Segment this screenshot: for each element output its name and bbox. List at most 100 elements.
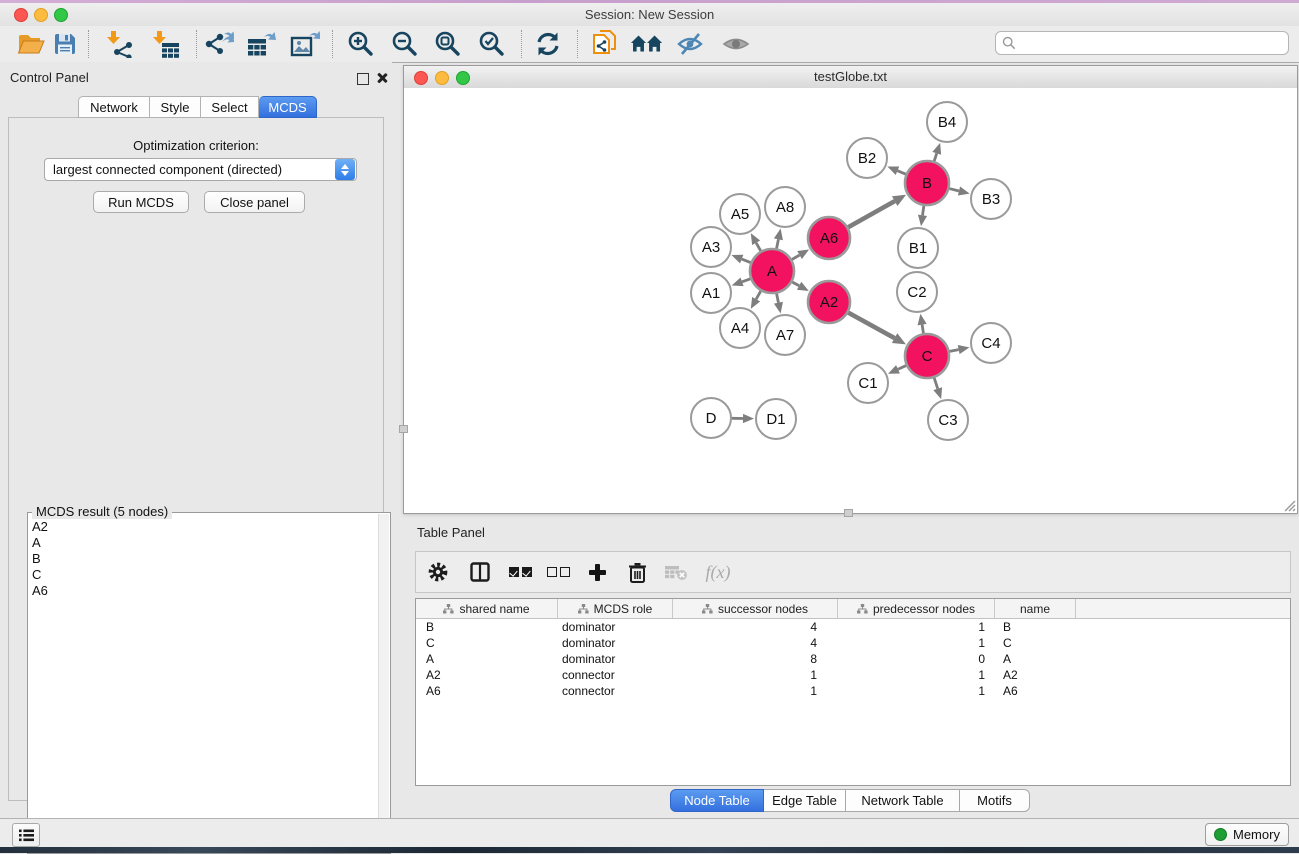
graph-edge-arrowhead xyxy=(918,314,927,326)
tab-motifs[interactable]: Motifs xyxy=(960,789,1030,812)
table-row-A2[interactable]: A2connector11A2 xyxy=(416,667,1290,683)
table-toolbar: f(x) xyxy=(415,551,1291,593)
table-cell: B xyxy=(995,620,1076,634)
function-builder-button-disabled: f(x) xyxy=(696,557,740,587)
graph-edge-C-C3[interactable] xyxy=(934,378,938,389)
table-cell: 1 xyxy=(838,636,995,650)
node-table[interactable]: shared nameMCDS rolesuccessor nodesprede… xyxy=(415,598,1291,786)
mcds-result-box: MCDS result (5 nodes) A2ABCA6 xyxy=(27,512,391,854)
graph-edge-arrowhead xyxy=(743,414,754,423)
show-all-button[interactable] xyxy=(719,28,753,60)
memory-status-icon xyxy=(1214,828,1227,841)
export-image-button[interactable] xyxy=(288,28,322,60)
graph-edge-A-A5[interactable] xyxy=(756,243,761,251)
table-settings-button[interactable] xyxy=(416,557,460,587)
create-column-button[interactable] xyxy=(576,557,618,587)
tab-node-table[interactable]: Node Table xyxy=(670,789,764,812)
column-header-MCDS-role[interactable]: MCDS role xyxy=(558,599,673,618)
run-mcds-button[interactable]: Run MCDS xyxy=(93,191,189,213)
result-item[interactable]: A xyxy=(32,535,378,551)
tab-style[interactable]: Style xyxy=(150,96,201,118)
result-item[interactable]: B xyxy=(32,551,378,567)
tab-network-table[interactable]: Network Table xyxy=(846,789,960,812)
table-row-A[interactable]: Adominator80A xyxy=(416,651,1290,667)
home-views-button[interactable] xyxy=(630,28,664,60)
column-header-name[interactable]: name xyxy=(995,599,1076,618)
resize-grip-icon[interactable] xyxy=(1281,497,1296,512)
graph-edge-B-B1[interactable] xyxy=(923,206,924,216)
graph-edge-arrowhead xyxy=(932,143,941,155)
clone-network-button[interactable] xyxy=(588,28,622,60)
refresh-button[interactable] xyxy=(531,28,565,60)
search-input[interactable] xyxy=(1020,35,1282,51)
graph-edge-arrowhead xyxy=(731,255,743,264)
column-header-shared-name[interactable]: shared name xyxy=(416,599,558,618)
graph-edge-A-A1[interactable] xyxy=(742,279,750,282)
network-canvas[interactable]: B4B2BB3A5A8A6A3B1AA1C2A2A4A7CC4C1C3DD1 xyxy=(404,88,1297,513)
network-window-titlebar[interactable]: testGlobe.txt xyxy=(404,66,1297,89)
graph-edge-C-C2[interactable] xyxy=(922,325,923,334)
close-panel-button[interactable] xyxy=(376,71,388,89)
table-panel: Table Panel xyxy=(403,518,1299,818)
tab-network[interactable]: Network xyxy=(78,96,150,118)
column-header-predecessor-nodes[interactable]: predecessor nodes xyxy=(838,599,995,618)
export-network-button[interactable] xyxy=(202,28,236,60)
delete-table-button-disabled xyxy=(656,557,696,587)
show-column-panel-button[interactable] xyxy=(460,557,500,587)
import-table-button[interactable] xyxy=(149,28,183,60)
criterion-selected-value: largest connected component (directed) xyxy=(45,162,335,177)
frame-resize-nub-left[interactable] xyxy=(399,425,408,433)
tab-edge-table[interactable]: Edge Table xyxy=(764,789,846,812)
zoom-fit-button[interactable] xyxy=(431,28,465,60)
graph-edge-A-A6[interactable] xyxy=(792,255,800,259)
control-panel-tabs: NetworkStyleSelectMCDS xyxy=(78,96,317,117)
open-session-button[interactable] xyxy=(14,28,48,60)
select-all-columns-button[interactable] xyxy=(500,557,540,587)
result-item[interactable]: C xyxy=(32,567,378,583)
table-row-C[interactable]: Cdominator41C xyxy=(416,635,1290,651)
control-panel: Control Panel NetworkStyleSelectMCDS Opt… xyxy=(0,62,392,818)
memory-button[interactable]: Memory xyxy=(1205,823,1289,846)
graph-edge-C-C1[interactable] xyxy=(898,366,906,370)
graph-edge-C-C4[interactable] xyxy=(950,350,959,352)
graph-edge-arrowhead xyxy=(774,302,783,314)
graph-edge-A-A7[interactable] xyxy=(777,294,779,303)
memory-label: Memory xyxy=(1233,827,1280,842)
zoom-in-button[interactable] xyxy=(344,28,378,60)
graph-edge-A-A4[interactable] xyxy=(756,291,761,299)
graph-edge-B-B2[interactable] xyxy=(897,171,905,174)
zoom-out-button[interactable] xyxy=(388,28,422,60)
graph-edge-B-B3[interactable] xyxy=(949,189,959,191)
graph-edge-A-A8[interactable] xyxy=(777,239,779,248)
zoom-selected-button[interactable] xyxy=(475,28,509,60)
frame-resize-nub-bottom[interactable] xyxy=(844,509,853,517)
search-field[interactable] xyxy=(995,31,1289,55)
task-history-button[interactable] xyxy=(12,823,40,847)
result-scrollbar[interactable] xyxy=(378,514,389,852)
result-item[interactable]: A2 xyxy=(32,519,378,535)
import-network-button[interactable] xyxy=(103,28,137,60)
table-row-B[interactable]: Bdominator41B xyxy=(416,619,1290,635)
graph-edge-A-A2[interactable] xyxy=(792,282,799,286)
graph-edge-A6-B[interactable] xyxy=(848,201,895,227)
hide-selected-button[interactable] xyxy=(674,28,708,60)
tab-mcds[interactable]: MCDS xyxy=(259,96,317,118)
unchecked-box-icon xyxy=(547,567,557,577)
unselect-all-columns-button[interactable] xyxy=(540,557,576,587)
graph-edge-A-A3[interactable] xyxy=(742,259,751,262)
result-item[interactable]: A6 xyxy=(32,583,378,599)
tab-select[interactable]: Select xyxy=(201,96,259,118)
graph-edge-A2-C[interactable] xyxy=(848,313,894,339)
save-session-button[interactable] xyxy=(48,28,82,60)
export-table-button[interactable] xyxy=(244,28,278,60)
graph-edge-B-B4[interactable] xyxy=(934,153,937,161)
column-header-successor-nodes[interactable]: successor nodes xyxy=(673,599,838,618)
mcds-result-list[interactable]: A2ABCA6 xyxy=(30,519,378,851)
delete-column-button[interactable] xyxy=(618,557,656,587)
close-panel-button-mcds[interactable]: Close panel xyxy=(204,191,305,213)
network-graph[interactable]: B4B2BB3A5A8A6A3B1AA1C2A2A4A7CC4C1C3DD1 xyxy=(404,88,1297,513)
graph-node-label: A2 xyxy=(820,294,838,311)
table-row-A6[interactable]: A6connector11A6 xyxy=(416,683,1290,699)
criterion-select[interactable]: largest connected component (directed) xyxy=(44,158,357,181)
float-panel-button[interactable] xyxy=(357,72,369,90)
